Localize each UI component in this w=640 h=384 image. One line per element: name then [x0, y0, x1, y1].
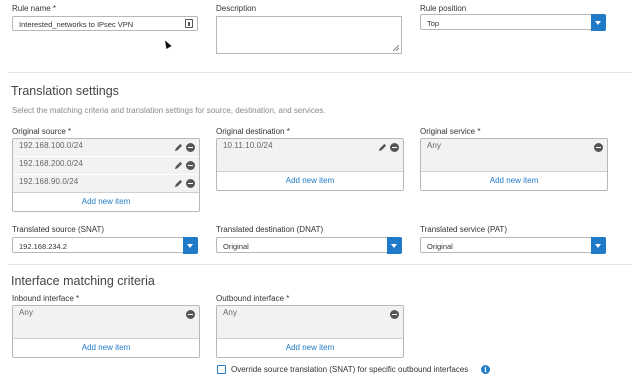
list-item-text: 10.11.10.0/24 — [223, 141, 273, 150]
add-new-item-button[interactable]: Add new item — [13, 338, 199, 357]
original-destination-label: Original destination * — [216, 127, 290, 136]
list-item-text: Any — [19, 308, 34, 317]
add-new-item-button[interactable]: Add new item — [217, 171, 403, 190]
chevron-down-icon[interactable] — [183, 237, 198, 254]
add-new-item-button[interactable]: Add new item — [217, 338, 403, 357]
translated-source-select[interactable]: 192.168.234.2 — [12, 237, 198, 254]
description-textarea[interactable] — [216, 16, 402, 54]
translated-destination-label: Translated destination (DNAT) — [216, 225, 324, 234]
remove-icon[interactable] — [186, 310, 195, 319]
chevron-down-icon[interactable] — [591, 237, 606, 254]
chevron-down-icon[interactable] — [387, 237, 402, 254]
translated-service-value: Original — [427, 242, 453, 251]
inbound-interface-label: Inbound interface * — [12, 294, 80, 303]
list-item: Any — [421, 139, 607, 172]
list-item: Any — [217, 306, 403, 339]
chevron-down-icon[interactable] — [591, 14, 606, 31]
remove-icon[interactable] — [390, 143, 399, 152]
original-service-list: Any Add new item — [420, 138, 608, 191]
list-item: 10.11.10.0/24 — [217, 139, 403, 172]
interface-matching-title: Interface matching criteria — [11, 274, 155, 288]
add-new-item-button[interactable]: Add new item — [421, 171, 607, 190]
list-item-text: 192.168.200.0/24 — [19, 159, 83, 168]
edit-icon[interactable] — [174, 179, 183, 188]
translated-source-label: Translated source (SNAT) — [12, 225, 105, 234]
remove-icon[interactable] — [186, 179, 195, 188]
translated-destination-value: Original — [223, 242, 249, 251]
remove-icon[interactable] — [186, 143, 195, 152]
list-item-text: Any — [223, 308, 238, 317]
override-snat-label: Override source translation (SNAT) for s… — [231, 365, 469, 374]
remove-icon[interactable] — [594, 143, 603, 152]
outbound-interface-list: Any Add new item — [216, 305, 404, 358]
translated-service-select[interactable]: Original — [420, 237, 606, 254]
remove-icon[interactable] — [390, 310, 399, 319]
edit-icon[interactable] — [174, 143, 183, 152]
section-divider — [8, 72, 632, 73]
rule-name-value: Interested_networks to IPsec VPN — [19, 20, 134, 29]
override-snat-checkbox[interactable] — [217, 365, 226, 374]
resize-grip-icon[interactable] — [393, 45, 399, 51]
list-item: Any — [13, 306, 199, 339]
translated-destination-select[interactable]: Original — [216, 237, 402, 254]
rule-name-label: Rule name * — [12, 4, 57, 13]
original-service-label: Original service * — [420, 127, 481, 136]
list-item: 192.168.100.0/24 — [13, 139, 199, 157]
info-icon[interactable]: i — [481, 365, 490, 374]
outbound-interface-label: Outbound interface * — [216, 294, 290, 303]
original-destination-list: 10.11.10.0/24 Add new item — [216, 138, 404, 191]
translated-source-value: 192.168.234.2 — [19, 242, 67, 251]
edit-icon[interactable] — [174, 161, 183, 170]
description-label: Description — [216, 4, 257, 13]
mouse-cursor-icon — [162, 39, 172, 49]
rule-position-label: Rule position — [420, 4, 467, 13]
add-new-item-button[interactable]: Add new item — [13, 192, 199, 211]
list-item: 192.168.200.0/24 — [13, 157, 199, 175]
remove-icon[interactable] — [186, 161, 195, 170]
translation-settings-subtitle: Select the matching criteria and transla… — [12, 106, 326, 115]
rule-name-input[interactable]: Interested_networks to IPsec VPN — [12, 16, 198, 31]
inbound-interface-list: Any Add new item — [12, 305, 200, 358]
list-item-text: Any — [427, 141, 442, 150]
clipboard-icon — [185, 19, 193, 28]
rule-position-value: Top — [427, 19, 440, 28]
list-item-text: 192.168.90.0/24 — [19, 177, 79, 186]
translation-settings-title: Translation settings — [11, 84, 119, 98]
original-source-label: Original source * — [12, 127, 72, 136]
translated-service-label: Translated service (PAT) — [420, 225, 507, 234]
original-source-list: 192.168.100.0/24 192.168.200.0/24 192.16… — [12, 138, 200, 212]
section-divider — [8, 264, 632, 265]
edit-icon[interactable] — [378, 143, 387, 152]
list-item: 192.168.90.0/24 — [13, 175, 199, 193]
rule-position-select[interactable]: Top — [420, 14, 606, 31]
list-item-text: 192.168.100.0/24 — [19, 141, 83, 150]
